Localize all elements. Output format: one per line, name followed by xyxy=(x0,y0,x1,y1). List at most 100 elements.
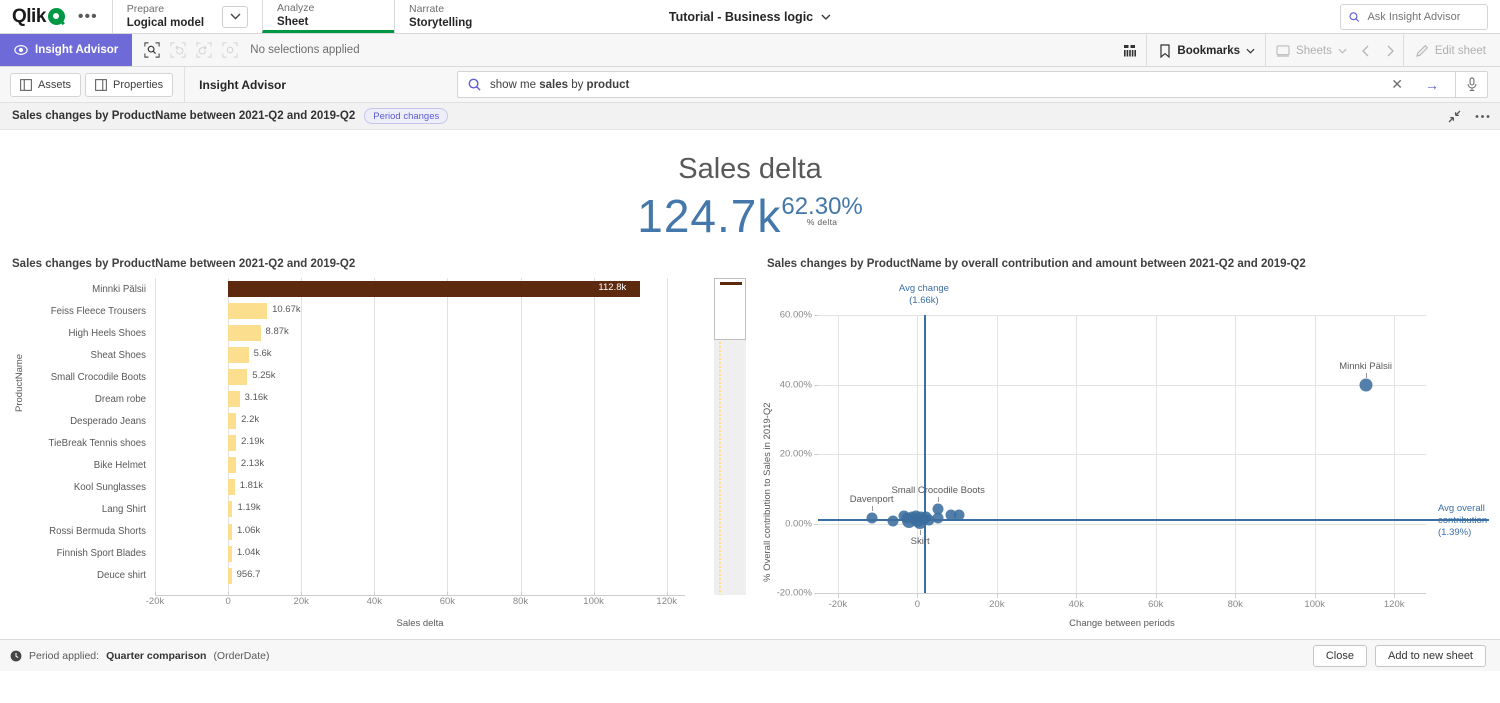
bar[interactable] xyxy=(228,568,231,584)
bar-category-label[interactable]: Kool Sunglasses xyxy=(30,482,155,493)
insight-advisor-label: Insight Advisor xyxy=(35,44,118,56)
bar-chart-row[interactable]: High Heels Shoes8.87k xyxy=(30,322,685,344)
scatter-point[interactable] xyxy=(1359,378,1372,391)
step-forward-icon[interactable] xyxy=(192,38,216,62)
bar[interactable] xyxy=(228,391,240,407)
scrollbar-thumb[interactable] xyxy=(714,278,746,340)
search-input[interactable]: show me sales by product ✕ → xyxy=(457,71,1455,98)
nav-section-prepare[interactable]: Prepare Logical model xyxy=(112,0,262,33)
bar-category-label[interactable]: Minnki Pälsii xyxy=(30,284,155,295)
bar-zone: 2.13k xyxy=(155,454,685,476)
properties-label: Properties xyxy=(113,79,163,91)
scatter-point[interactable] xyxy=(933,512,944,523)
sheet-grid-icon[interactable] xyxy=(1113,34,1147,67)
scatter-chart[interactable]: % Overall contribution to Sales in 2019-… xyxy=(755,270,1500,640)
bar[interactable] xyxy=(228,347,248,363)
chevron-down-icon[interactable] xyxy=(222,6,248,28)
bar[interactable] xyxy=(228,281,640,297)
clock-icon xyxy=(10,650,22,662)
bar-chart-row[interactable]: Bike Helmet2.13k xyxy=(30,454,685,476)
bar[interactable] xyxy=(228,325,260,341)
bar-category-label[interactable]: Rossi Bermuda Shorts xyxy=(30,526,155,537)
bar-category-label[interactable]: Deuce shirt xyxy=(30,570,155,581)
bar-category-label[interactable]: High Heels Shoes xyxy=(30,328,155,339)
chevron-down-icon[interactable] xyxy=(821,14,831,20)
app-title[interactable]: Tutorial - Business logic xyxy=(669,0,831,34)
bar[interactable] xyxy=(228,413,236,429)
bookmarks-label: Bookmarks xyxy=(1177,45,1240,57)
bar[interactable] xyxy=(228,435,236,451)
nav-section-analyze[interactable]: Analyze Sheet xyxy=(262,0,394,33)
close-button[interactable]: Close xyxy=(1313,645,1367,667)
bar-chart-row[interactable]: Finnish Sport Blades1.04k xyxy=(30,543,685,565)
bar-category-label[interactable]: Lang Shirt xyxy=(30,504,155,515)
bar-zone: 10.67k xyxy=(155,300,685,322)
bar-category-label[interactable]: Feiss Fleece Trousers xyxy=(30,306,155,317)
bar[interactable] xyxy=(228,501,232,517)
bar-zone: 3.16k xyxy=(155,388,685,410)
clear-search-icon[interactable]: ✕ xyxy=(1382,76,1412,93)
voice-input-button[interactable] xyxy=(1455,71,1488,98)
bar-category-label[interactable]: Desperado Jeans xyxy=(30,416,155,427)
x-tick-label: 60k xyxy=(1148,599,1163,610)
bar-chart-row[interactable]: Feiss Fleece Trousers10.67k xyxy=(30,300,685,322)
bookmarks-button[interactable]: Bookmarks xyxy=(1147,34,1265,67)
scatter-point-label: Skirt xyxy=(911,536,930,547)
bar-chart-row[interactable]: Deuce shirt956.7 xyxy=(30,565,685,587)
bar[interactable] xyxy=(228,303,267,319)
scatter-point[interactable] xyxy=(866,512,877,523)
x-tick-label: 20k xyxy=(294,596,309,607)
card-menu-icon[interactable] xyxy=(1475,114,1490,119)
bar-chart-row[interactable]: Lang Shirt1.19k xyxy=(30,498,685,520)
bar-chart-row[interactable]: Dream robe3.16k xyxy=(30,388,685,410)
step-back-icon[interactable] xyxy=(166,38,190,62)
bar-chart-row[interactable]: Rossi Bermuda Shorts1.06k xyxy=(30,521,685,543)
insight-advisor-button[interactable]: Insight Advisor xyxy=(0,34,132,66)
x-tick-label: 40k xyxy=(367,596,382,607)
add-to-new-sheet-button[interactable]: Add to new sheet xyxy=(1375,645,1486,667)
selections-tool-icon[interactable] xyxy=(140,38,164,62)
bar-chart-row[interactable]: Kool Sunglasses1.81k xyxy=(30,476,685,498)
scatter-plot-area[interactable]: Avg change(1.66k)Avg overallcontribution… xyxy=(818,315,1426,593)
bar-category-label[interactable]: Finnish Sport Blades xyxy=(30,548,155,559)
bar-chart-title: Sales changes by ProductName between 202… xyxy=(0,258,750,270)
bar-category-label[interactable]: Bike Helmet xyxy=(30,460,155,471)
bar[interactable] xyxy=(228,369,247,385)
sheets-button[interactable]: Sheets xyxy=(1265,34,1353,67)
bar-chart-scrollbar[interactable] xyxy=(714,278,746,595)
ask-insight-advisor-box[interactable] xyxy=(1340,4,1488,30)
previous-sheet-button[interactable] xyxy=(1353,34,1378,67)
gridline xyxy=(818,385,1426,386)
bar-category-label[interactable]: Dream robe xyxy=(30,394,155,405)
collapse-icon[interactable] xyxy=(1448,110,1461,123)
x-tick-label: 0 xyxy=(915,599,920,610)
submit-search-icon[interactable]: → xyxy=(1421,77,1449,93)
nav-section-narrate[interactable]: Narrate Storytelling xyxy=(394,0,526,33)
edit-sheet-button[interactable]: Edit sheet xyxy=(1403,34,1500,67)
bar[interactable] xyxy=(228,546,232,562)
avg-change-reference-line[interactable] xyxy=(924,315,926,593)
bar-chart-row[interactable]: Small Crocodile Boots5.25k xyxy=(30,366,685,388)
bar-chart[interactable]: ProductName Minnki Pälsii112.8kFeiss Fle… xyxy=(0,270,750,640)
more-options-icon[interactable]: ••• xyxy=(74,8,102,26)
scatter-point[interactable] xyxy=(887,516,898,527)
bar-chart-row[interactable]: TieBreak Tennis shoes2.19k xyxy=(30,432,685,454)
properties-button[interactable]: Properties xyxy=(85,73,173,97)
search-prefix: show me xyxy=(490,79,539,91)
bar[interactable] xyxy=(228,457,236,473)
bar-category-label[interactable]: Sheat Shoes xyxy=(30,350,155,361)
bar-chart-row[interactable]: Minnki Pälsii112.8k xyxy=(30,278,685,300)
bar-chart-row[interactable]: Sheat Shoes5.6k xyxy=(30,344,685,366)
next-sheet-button[interactable] xyxy=(1378,34,1403,67)
assets-button[interactable]: Assets xyxy=(10,73,81,97)
bar-chart-row[interactable]: Desperado Jeans2.2k xyxy=(30,410,685,432)
qlik-logo[interactable]: Qlik xyxy=(12,6,65,28)
clear-selections-icon[interactable] xyxy=(218,38,242,62)
scatter-point[interactable] xyxy=(953,510,964,521)
bar-category-label[interactable]: TieBreak Tennis shoes xyxy=(30,438,155,449)
ask-insight-advisor-input[interactable] xyxy=(1365,10,1479,24)
bar[interactable] xyxy=(228,479,235,495)
bar-category-label[interactable]: Small Crocodile Boots xyxy=(30,372,155,383)
tick-mark xyxy=(1156,594,1157,598)
bar[interactable] xyxy=(228,524,232,540)
